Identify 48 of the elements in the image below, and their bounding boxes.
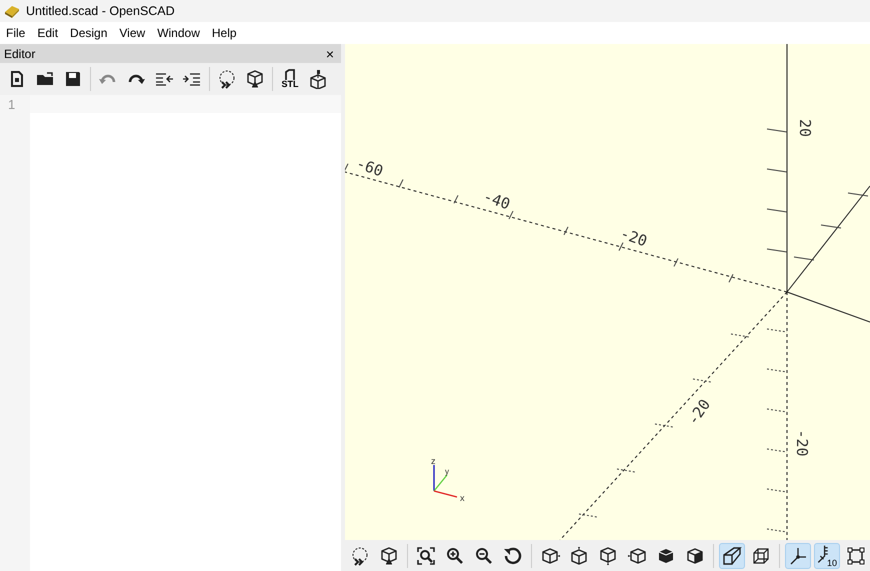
panel-title: Editor: [4, 46, 36, 60]
cube-left-view-icon: [627, 546, 647, 566]
scale-label: 10: [826, 558, 837, 568]
preview-icon: [217, 69, 237, 89]
view-all-icon: [416, 546, 436, 566]
3d-viewport[interactable]: -60 -40 -20 20 -20 -20 z y x: [345, 44, 870, 540]
menu-item[interactable]: View: [113, 26, 152, 40]
window-title: Untitled.scad - OpenSCAD: [26, 4, 175, 18]
shape-outline-icon: [283, 69, 297, 80]
axis-label: -20: [684, 396, 714, 428]
render-icon: [379, 546, 399, 566]
perspective-box-icon: [722, 546, 742, 566]
wireframe-cube-icon: [751, 546, 771, 566]
axes-indicator-drawing: [433, 465, 458, 498]
close-button[interactable]: ×: [322, 46, 337, 62]
cube-top-view-icon: [569, 546, 589, 566]
menu-item[interactable]: Window: [151, 26, 206, 40]
perspective-view-button[interactable]: [719, 542, 745, 568]
rectangle-edges-icon: [846, 546, 866, 566]
menu-item[interactable]: Design: [64, 26, 114, 40]
scale-axes-icon: [817, 545, 829, 563]
render-icon: [245, 69, 265, 89]
axis-label: -20: [618, 224, 650, 250]
cube-right-view-icon: [540, 546, 560, 566]
preview-icon: [350, 546, 370, 566]
axis-label: -20: [793, 429, 811, 457]
menu-item[interactable]: Edit: [31, 26, 64, 40]
zoom-in-icon: [445, 546, 465, 566]
cube-bottom-view-icon: [598, 546, 618, 566]
axis-label: 20: [796, 118, 814, 138]
axes-icon: [788, 546, 808, 566]
axis-label: y: [445, 467, 449, 476]
printer-icon: [308, 69, 328, 89]
export-stl-button[interactable]: STL: [277, 66, 303, 92]
axis-label: z: [431, 456, 436, 466]
axis-label: -60: [354, 154, 386, 180]
half-shaded-cube-icon: [685, 546, 705, 566]
reset-view-icon: [503, 546, 523, 566]
save-icon: [63, 69, 83, 89]
app-logo-icon: [4, 4, 20, 18]
axis-label: -40: [480, 187, 513, 214]
zoom-out-icon: [474, 546, 494, 566]
axes-view-button[interactable]: [785, 542, 811, 568]
axis-label: x: [460, 493, 464, 503]
scale-markers-button[interactable]: 10: [814, 542, 840, 568]
line-number: 1: [8, 97, 16, 112]
menu-item[interactable]: Help: [206, 26, 243, 40]
menu-item[interactable]: File: [0, 26, 32, 40]
